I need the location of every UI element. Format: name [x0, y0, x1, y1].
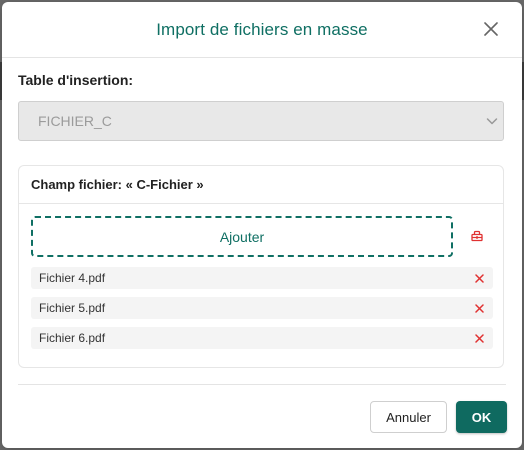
file-row: Fichier 4.pdf: [31, 267, 493, 289]
close-icon: [474, 333, 484, 343]
file-row: Fichier 6.pdf: [31, 327, 493, 349]
eraser-icon: [471, 230, 483, 242]
cancel-button[interactable]: Annuler: [370, 401, 447, 433]
close-icon: [474, 303, 484, 313]
add-file-label: Ajouter: [219, 228, 265, 245]
file-name: Fichier 6.pdf: [39, 331, 106, 345]
close-icon: [484, 22, 498, 36]
file-name: Fichier 5.pdf: [39, 301, 106, 315]
remove-file-button[interactable]: [473, 302, 485, 314]
import-dialog: Import de fichiers en masse Table d'inse…: [2, 2, 522, 448]
file-row: Fichier 5.pdf: [31, 297, 493, 319]
clear-files-button[interactable]: [469, 228, 485, 244]
table-select-value: FICHIER_C: [38, 113, 112, 129]
table-select[interactable]: FICHIER_C: [18, 101, 504, 141]
close-icon: [474, 273, 484, 283]
dialog-title: Import de fichiers en masse: [156, 19, 368, 39]
footer-divider: [18, 384, 506, 385]
remove-file-button[interactable]: [473, 272, 485, 284]
ok-button[interactable]: OK: [456, 401, 507, 433]
file-name: Fichier 4.pdf: [39, 271, 106, 285]
file-field-title: Champ fichier: « C-Fichier »: [19, 166, 503, 204]
add-file-button[interactable]: Ajouter: [31, 216, 453, 257]
dialog-header: Import de fichiers en masse: [2, 2, 522, 58]
chevron-down-icon: [486, 118, 498, 125]
close-button[interactable]: [480, 18, 502, 40]
remove-file-button[interactable]: [473, 332, 485, 344]
file-field-card: Champ fichier: « C-Fichier » Ajouter Fic…: [18, 165, 504, 368]
table-field-label: Table d'insertion:: [18, 72, 134, 88]
